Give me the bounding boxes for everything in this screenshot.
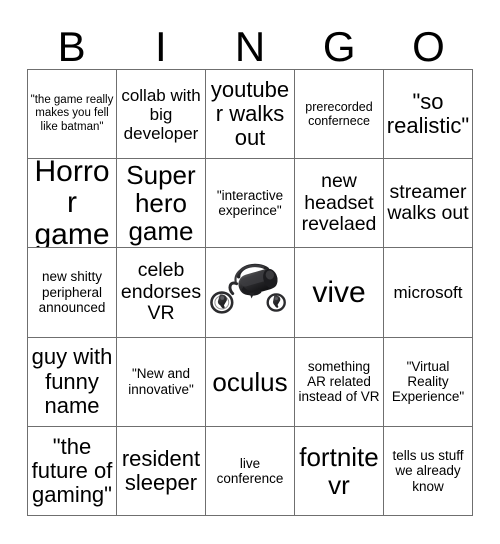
bingo-cell-label: fortnite vr	[299, 441, 379, 500]
bingo-cell-r5-c4[interactable]: fortnite vr	[295, 426, 384, 516]
bingo-cell-r4-c1[interactable]: guy with funny name	[28, 337, 117, 427]
bingo-cell-r4-c4[interactable]: something AR related instead of VR	[295, 337, 384, 427]
bingo-cell-label: tells us stuff we already know	[392, 447, 464, 494]
bingo-cell-r2-c4[interactable]: new headset revelaed	[295, 159, 384, 249]
bingo-cell-r5-c5[interactable]: tells us stuff we already know	[384, 426, 473, 516]
bingo-cell-r3-c2[interactable]: celeb endorses VR	[117, 248, 206, 338]
bingo-cell-label: oculus	[212, 366, 288, 397]
bingo-cell-r1-c3[interactable]: youtuber walks out	[206, 70, 295, 160]
bingo-cell-r5-c3[interactable]: live conference	[206, 426, 295, 516]
bingo-cell-label: streamer walks out	[387, 180, 469, 225]
bingo-cell-r2-c3[interactable]: "interactive experince"	[206, 159, 295, 249]
bingo-cell-r4-c5[interactable]: "Virtual Reality Experience"	[384, 337, 473, 427]
bingo-cell-label: "the future of gaming"	[31, 433, 113, 507]
bingo-cell-label: prerecorded confernece	[305, 99, 373, 129]
bingo-header-letter-n: N	[234, 23, 266, 70]
bingo-cell-label: "so realistic"	[386, 88, 470, 139]
bingo-cell-label: guy with funny name	[31, 344, 113, 418]
bingo-cell-r4-c2[interactable]: "New and innovative"	[117, 337, 206, 427]
bingo-cell-r1-c4[interactable]: prerecorded confernece	[295, 70, 384, 160]
bingo-header-letter-o: O	[412, 23, 445, 70]
bingo-cell-free-space[interactable]	[206, 248, 295, 338]
bingo-cell-r3-c1[interactable]: new shitty peripheral announced	[28, 248, 117, 338]
bingo-cell-label: "the game really makes you fell like bat…	[30, 94, 114, 133]
bingo-header-letter-g: G	[322, 23, 356, 70]
bingo-cell-label: youtuber walks out	[210, 76, 290, 151]
bingo-cell-label: Super hero game	[126, 160, 196, 247]
bingo-cell-label: "interactive experince"	[216, 187, 284, 219]
bingo-header-letter-b: B	[57, 23, 86, 70]
bingo-cell-label: microsoft	[393, 282, 463, 302]
bingo-cell-label: "Virtual Reality Experience"	[391, 358, 465, 405]
bingo-cell-r3-c4[interactable]: vive	[295, 248, 384, 338]
bingo-cell-r3-c5[interactable]: microsoft	[384, 248, 473, 338]
bingo-card: B I N G O "the game really makes you fel…	[0, 0, 500, 544]
bingo-cell-r2-c5[interactable]: streamer walks out	[384, 159, 473, 249]
bingo-cell-r5-c1[interactable]: "the future of gaming"	[28, 426, 117, 516]
bingo-cell-label: vive	[312, 275, 366, 309]
bingo-header: B I N G O	[27, 22, 473, 69]
bingo-cell-label: something AR related instead of VR	[298, 358, 380, 405]
vr-headset-image	[210, 264, 286, 315]
bingo-cell-r1-c5[interactable]: "so realistic"	[384, 70, 473, 160]
bingo-cell-label: collab with big developer	[121, 85, 201, 143]
bingo-grid: "the game really makes you fell like bat…	[27, 69, 473, 516]
bingo-cell-r2-c1[interactable]: Horror game	[28, 159, 117, 249]
bingo-cell-r5-c2[interactable]: resident sleeper	[117, 426, 206, 516]
bingo-cell-label: new headset revelaed	[301, 170, 377, 235]
bingo-cell-r2-c2[interactable]: Super hero game	[117, 159, 206, 249]
bingo-cell-label: resident sleeper	[121, 445, 201, 495]
bingo-header-letter-i: I	[154, 23, 167, 70]
bingo-cell-label: Horror game	[34, 159, 110, 249]
bingo-cell-label: celeb endorses VR	[120, 259, 202, 325]
bingo-cell-r1-c2[interactable]: collab with big developer	[117, 70, 206, 160]
bingo-cell-r4-c3[interactable]: oculus	[206, 337, 295, 427]
bingo-cell-label: live conference	[216, 455, 284, 486]
bingo-cell-label: "New and innovative"	[128, 366, 194, 397]
bingo-cell-r1-c1[interactable]: "the game really makes you fell like bat…	[28, 70, 117, 160]
bingo-cell-label: new shitty peripheral announced	[38, 269, 106, 316]
